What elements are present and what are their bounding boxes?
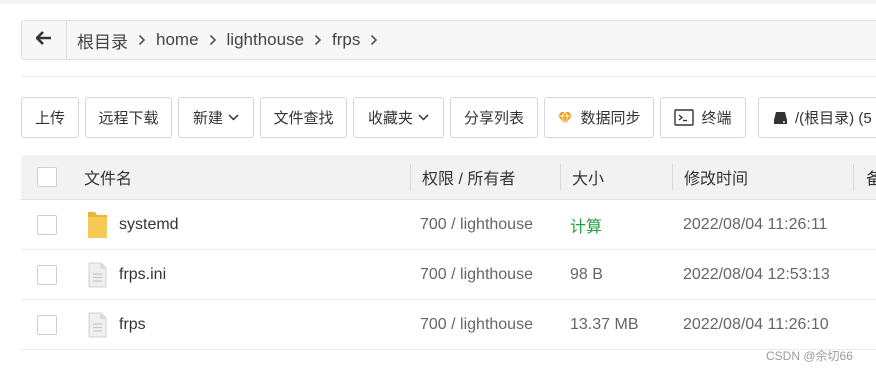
arrow-left-icon [35, 30, 52, 50]
divider [21, 76, 876, 77]
terminal-icon [674, 109, 695, 126]
chevron-right-icon [201, 34, 225, 46]
breadcrumb-item-root[interactable]: 根目录 [75, 28, 130, 53]
breadcrumb-item-home[interactable]: home [154, 30, 201, 50]
file-icon [88, 300, 107, 349]
column-header-extra[interactable]: 备 [866, 155, 876, 199]
hard-drive-icon [773, 111, 788, 125]
chevron-right-icon [130, 34, 154, 46]
watermark: CSDN @佘切66 [766, 349, 853, 363]
chevron-right-icon [362, 34, 386, 46]
file-mtime: 2022/08/04 11:26:11 [683, 215, 828, 233]
breadcrumb-item-frps[interactable]: frps [330, 30, 362, 50]
data-sync-button[interactable]: 数据同步 [544, 97, 654, 138]
upload-button[interactable]: 上传 [21, 97, 79, 138]
new-dropdown-button[interactable]: 新建 [178, 97, 254, 138]
column-header-modified[interactable]: 修改时间 [684, 155, 748, 199]
file-permission[interactable]: 700 / lighthouse [420, 200, 533, 249]
top-strip [0, 0, 876, 4]
favorites-dropdown-button[interactable]: 收藏夹 [353, 97, 444, 138]
find-file-button[interactable]: 文件查找 [260, 97, 347, 138]
file-name[interactable]: frps.ini [119, 250, 166, 299]
table-row[interactable]: frps.ini 700 / lighthouse 98 B 2022/08/0… [21, 250, 876, 300]
diamond-icon [557, 110, 573, 125]
terminal-label: 终端 [701, 110, 732, 127]
file-size: 98 B [570, 265, 603, 283]
column-header-size[interactable]: 大小 [572, 155, 604, 199]
find-file-label: 文件查找 [273, 110, 334, 127]
column-header-name[interactable]: 文件名 [84, 155, 132, 199]
chevron-down-icon [418, 114, 429, 121]
column-divider [672, 164, 673, 191]
favorites-label: 收藏夹 [367, 110, 413, 127]
column-divider [853, 164, 854, 191]
table-row[interactable]: systemd 700 / lighthouse 计算 2022/08/04 1… [21, 200, 876, 250]
share-list-label: 分享列表 [463, 110, 524, 127]
select-all-checkbox[interactable] [37, 167, 57, 187]
row-checkbox[interactable] [37, 315, 57, 335]
remote-download-label: 远程下载 [98, 110, 159, 127]
file-table-header: 文件名 权限 / 所有者 大小 修改时间 备 [21, 155, 876, 200]
file-size: 13.37 MB [570, 315, 639, 333]
file-mtime: 2022/08/04 12:53:13 [683, 265, 830, 283]
remote-download-button[interactable]: 远程下载 [85, 97, 172, 138]
toolbar: 上传 远程下载 新建 文件查找 收藏夹 分享列表 数据同步 终端 /(根目录) … [21, 97, 876, 138]
new-label: 新建 [192, 110, 223, 127]
file-permission[interactable]: 700 / lighthouse [420, 300, 533, 349]
table-row[interactable]: frps 700 / lighthouse 13.37 MB 2022/08/0… [21, 300, 876, 350]
file-mtime: 2022/08/04 11:26:10 [683, 315, 829, 333]
terminal-button[interactable]: 终端 [660, 97, 746, 138]
row-checkbox[interactable] [37, 215, 57, 235]
data-sync-label: 数据同步 [580, 110, 641, 127]
back-button[interactable] [22, 21, 67, 59]
upload-label: 上传 [34, 110, 65, 127]
chevron-right-icon [306, 34, 330, 46]
file-name[interactable]: systemd [119, 200, 179, 249]
share-list-button[interactable]: 分享列表 [450, 97, 538, 138]
column-divider [410, 164, 411, 191]
disk-label: /(根目录) (5 [795, 110, 872, 127]
file-name[interactable]: frps [119, 300, 146, 349]
chevron-down-icon [228, 114, 239, 121]
column-divider [560, 164, 561, 191]
breadcrumb-item-lighthouse[interactable]: lighthouse [225, 30, 307, 50]
file-permission[interactable]: 700 / lighthouse [420, 250, 533, 299]
calculate-size-link[interactable]: 计算 [570, 200, 602, 249]
disk-selector-button[interactable]: /(根目录) (5 [758, 97, 876, 138]
file-icon [88, 250, 107, 299]
column-header-permission[interactable]: 权限 / 所有者 [422, 155, 515, 199]
breadcrumb: 根目录 home lighthouse frps [21, 20, 876, 60]
folder-icon [87, 200, 108, 249]
row-checkbox[interactable] [37, 265, 57, 285]
